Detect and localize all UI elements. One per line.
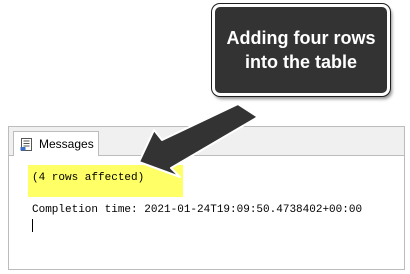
callout-text: Adding four rows into the table — [226, 28, 376, 72]
annotation-callout: Adding four rows into the table — [212, 4, 390, 96]
